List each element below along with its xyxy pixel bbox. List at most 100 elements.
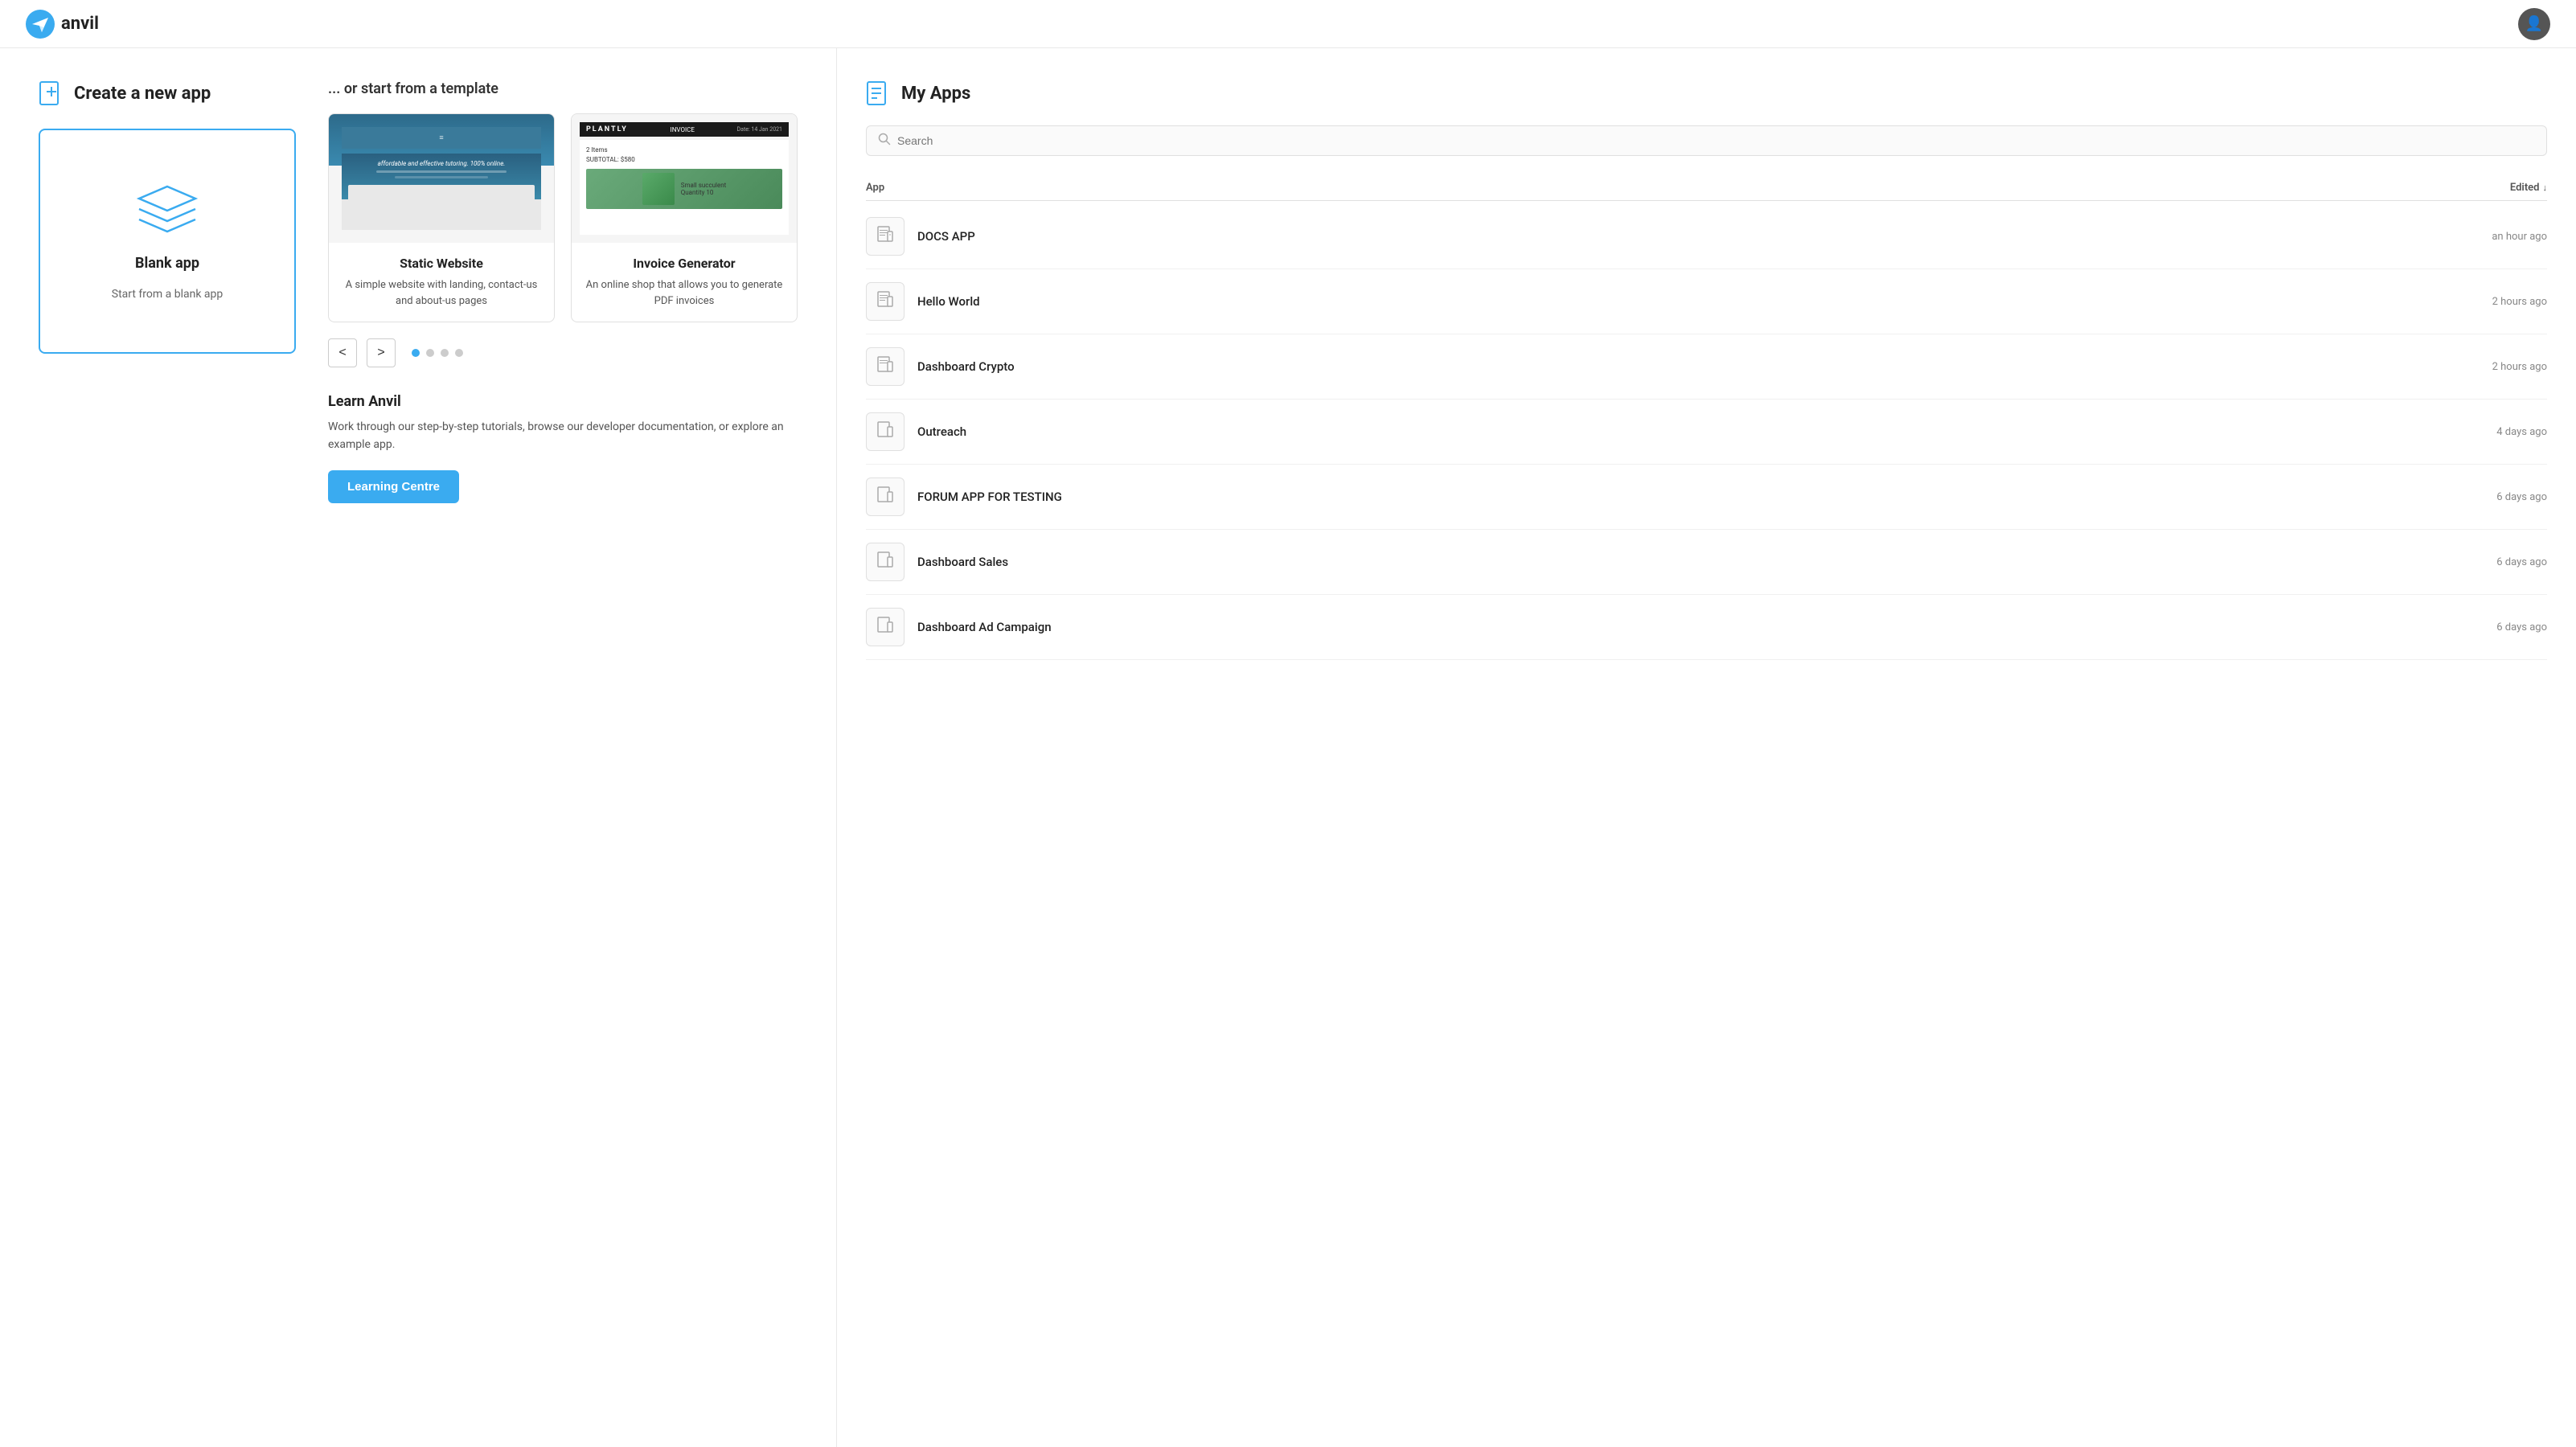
static-nav-logo: ≡ (439, 133, 443, 142)
create-icon (39, 80, 64, 106)
static-template-name: Static Website (342, 256, 541, 271)
static-bar2 (395, 176, 488, 178)
create-section-title: Create a new app (74, 84, 211, 104)
col-edited-header: Edited ↓ (2510, 182, 2547, 194)
app-thumb-dashboard-ad (866, 608, 904, 646)
app-thumb-icon-docs (876, 225, 895, 248)
invoice-preview: PLANTLY INVOICE Date: 14 Jan 2021 2 Item… (572, 114, 797, 243)
invoice-items-count: 2 Items (586, 146, 782, 154)
search-box[interactable] (866, 125, 2547, 156)
app-item-forum[interactable]: FORUM APP FOR TESTING 6 days ago (866, 465, 2547, 530)
app-item-dashboard-sales[interactable]: Dashboard Sales 6 days ago (866, 530, 2547, 595)
avatar-icon: 👤 (2525, 15, 2543, 32)
static-hero: affordable and effective tutoring. 100% … (342, 154, 541, 230)
carousel-dot-3[interactable] (441, 349, 449, 357)
app-thumb-icon-hello-world (876, 290, 895, 314)
app-edited-dashboard-sales: 6 days ago (2496, 556, 2547, 568)
my-apps-icon (866, 80, 892, 106)
app-name-outreach: Outreach (917, 424, 2484, 439)
invoice-items: 2 Items SUBTOTAL: $580 Small su (580, 140, 789, 235)
learning-centre-button[interactable]: Learning Centre (328, 470, 459, 503)
app-item-dashboard-ad[interactable]: Dashboard Ad Campaign 6 days ago (866, 595, 2547, 660)
app-item-docs[interactable]: DOCS APP an hour ago (866, 204, 2547, 269)
carousel-prev-button[interactable]: < (328, 338, 357, 367)
app-thumb-icon-forum (876, 486, 895, 509)
left-content: Create a new app Blank app Start from a … (39, 80, 798, 503)
logo-icon (26, 10, 55, 39)
blank-app-description: Start from a blank app (112, 288, 223, 301)
app-edited-hello-world: 2 hours ago (2492, 296, 2547, 308)
invoice-template-body: Invoice Generator An online shop that al… (572, 243, 797, 322)
search-input[interactable] (897, 134, 2535, 147)
app-name-dashboard-sales: Dashboard Sales (917, 555, 2484, 569)
app-edited-docs: an hour ago (2492, 231, 2547, 243)
app-item-outreach[interactable]: Outreach 4 days ago (866, 400, 2547, 465)
static-nav: ≡ (342, 127, 541, 149)
create-section-header: Create a new app (39, 80, 296, 106)
blank-app-card[interactable]: Blank app Start from a blank app (39, 129, 296, 354)
app-list: DOCS APP an hour ago Hello World 2 hours… (866, 204, 2547, 660)
sort-arrow[interactable]: ↓ (2543, 182, 2548, 193)
invoice-header-bar: PLANTLY INVOICE Date: 14 Jan 2021 (580, 122, 789, 137)
invoice-logo: PLANTLY (586, 125, 628, 133)
static-content-area (348, 185, 535, 223)
app-thumb-icon-dashboard-crypto (876, 355, 895, 379)
invoice-template-name: Invoice Generator (585, 256, 784, 271)
app-thumb-dashboard-sales (866, 543, 904, 581)
learn-description: Work through our step-by-step tutorials,… (328, 418, 798, 454)
app-name-dashboard-crypto: Dashboard Crypto (917, 359, 2480, 374)
carousel-dots (412, 349, 463, 357)
template-card-invoice[interactable]: PLANTLY INVOICE Date: 14 Jan 2021 2 Item… (571, 113, 798, 322)
app-edited-forum: 6 days ago (2496, 491, 2547, 503)
static-website-preview: ≡ affordable and effective tutoring. 100… (329, 114, 554, 243)
carousel-dot-2[interactable] (426, 349, 434, 357)
create-area: Create a new app Blank app Start from a … (39, 80, 296, 354)
col-app-header: App (866, 182, 884, 194)
learn-title: Learn Anvil (328, 393, 798, 410)
my-apps-section-header: My Apps (866, 80, 2547, 106)
app-edited-dashboard-crypto: 2 hours ago (2492, 361, 2547, 373)
right-panel: My Apps App Edited ↓ (836, 48, 2576, 1447)
invoice-plant-thumb (642, 173, 675, 205)
app-item-hello-world[interactable]: Hello World 2 hours ago (866, 269, 2547, 334)
template-card-static[interactable]: ≡ affordable and effective tutoring. 100… (328, 113, 555, 322)
avatar-button[interactable]: 👤 (2518, 8, 2550, 40)
static-preview-text: affordable and effective tutoring. 100% … (378, 160, 506, 167)
app-thumb-icon-dashboard-sales (876, 551, 895, 574)
carousel-next-button[interactable]: > (367, 338, 396, 367)
app-thumb-docs (866, 217, 904, 256)
my-apps-title: My Apps (901, 84, 970, 104)
logo[interactable]: anvil (26, 10, 99, 39)
invoice-label: INVOICE (671, 126, 695, 133)
static-template-body: Static Website A simple website with lan… (329, 243, 554, 322)
carousel-dot-1[interactable] (412, 349, 420, 357)
app-thumb-icon-dashboard-ad (876, 616, 895, 639)
carousel-dot-4[interactable] (455, 349, 463, 357)
app-thumb-hello-world (866, 282, 904, 321)
app-name-docs: DOCS APP (917, 229, 2479, 244)
header: anvil 👤 (0, 0, 2576, 48)
logo-text: anvil (61, 14, 99, 34)
invoice-date: Date: 14 Jan 2021 (737, 126, 782, 133)
app-edited-outreach: 4 days ago (2496, 426, 2547, 438)
app-name-hello-world: Hello World (917, 294, 2480, 309)
static-bar1 (376, 170, 507, 173)
blank-app-title: Blank app (135, 255, 199, 272)
template-header: ... or start from a template (328, 80, 798, 97)
app-thumb-dashboard-crypto (866, 347, 904, 386)
main-layout: Create a new app Blank app Start from a … (0, 48, 2576, 1447)
app-thumb-icon-outreach (876, 420, 895, 444)
app-thumb-forum (866, 478, 904, 516)
search-icon (878, 133, 891, 149)
templates-grid: ≡ affordable and effective tutoring. 100… (328, 113, 798, 322)
invoice-subtotal: SUBTOTAL: $580 (586, 156, 782, 163)
static-template-desc: A simple website with landing, contact-u… (342, 277, 541, 309)
carousel-nav: < > (328, 338, 798, 367)
layers-icon (135, 182, 199, 239)
app-name-forum: FORUM APP FOR TESTING (917, 490, 2484, 504)
template-area: ... or start from a template ≡ affordabl… (328, 80, 798, 503)
invoice-template-desc: An online shop that allows you to genera… (585, 277, 784, 309)
app-item-dashboard-crypto[interactable]: Dashboard Crypto 2 hours ago (866, 334, 2547, 400)
app-thumb-outreach (866, 412, 904, 451)
left-panel: Create a new app Blank app Start from a … (0, 48, 836, 1447)
